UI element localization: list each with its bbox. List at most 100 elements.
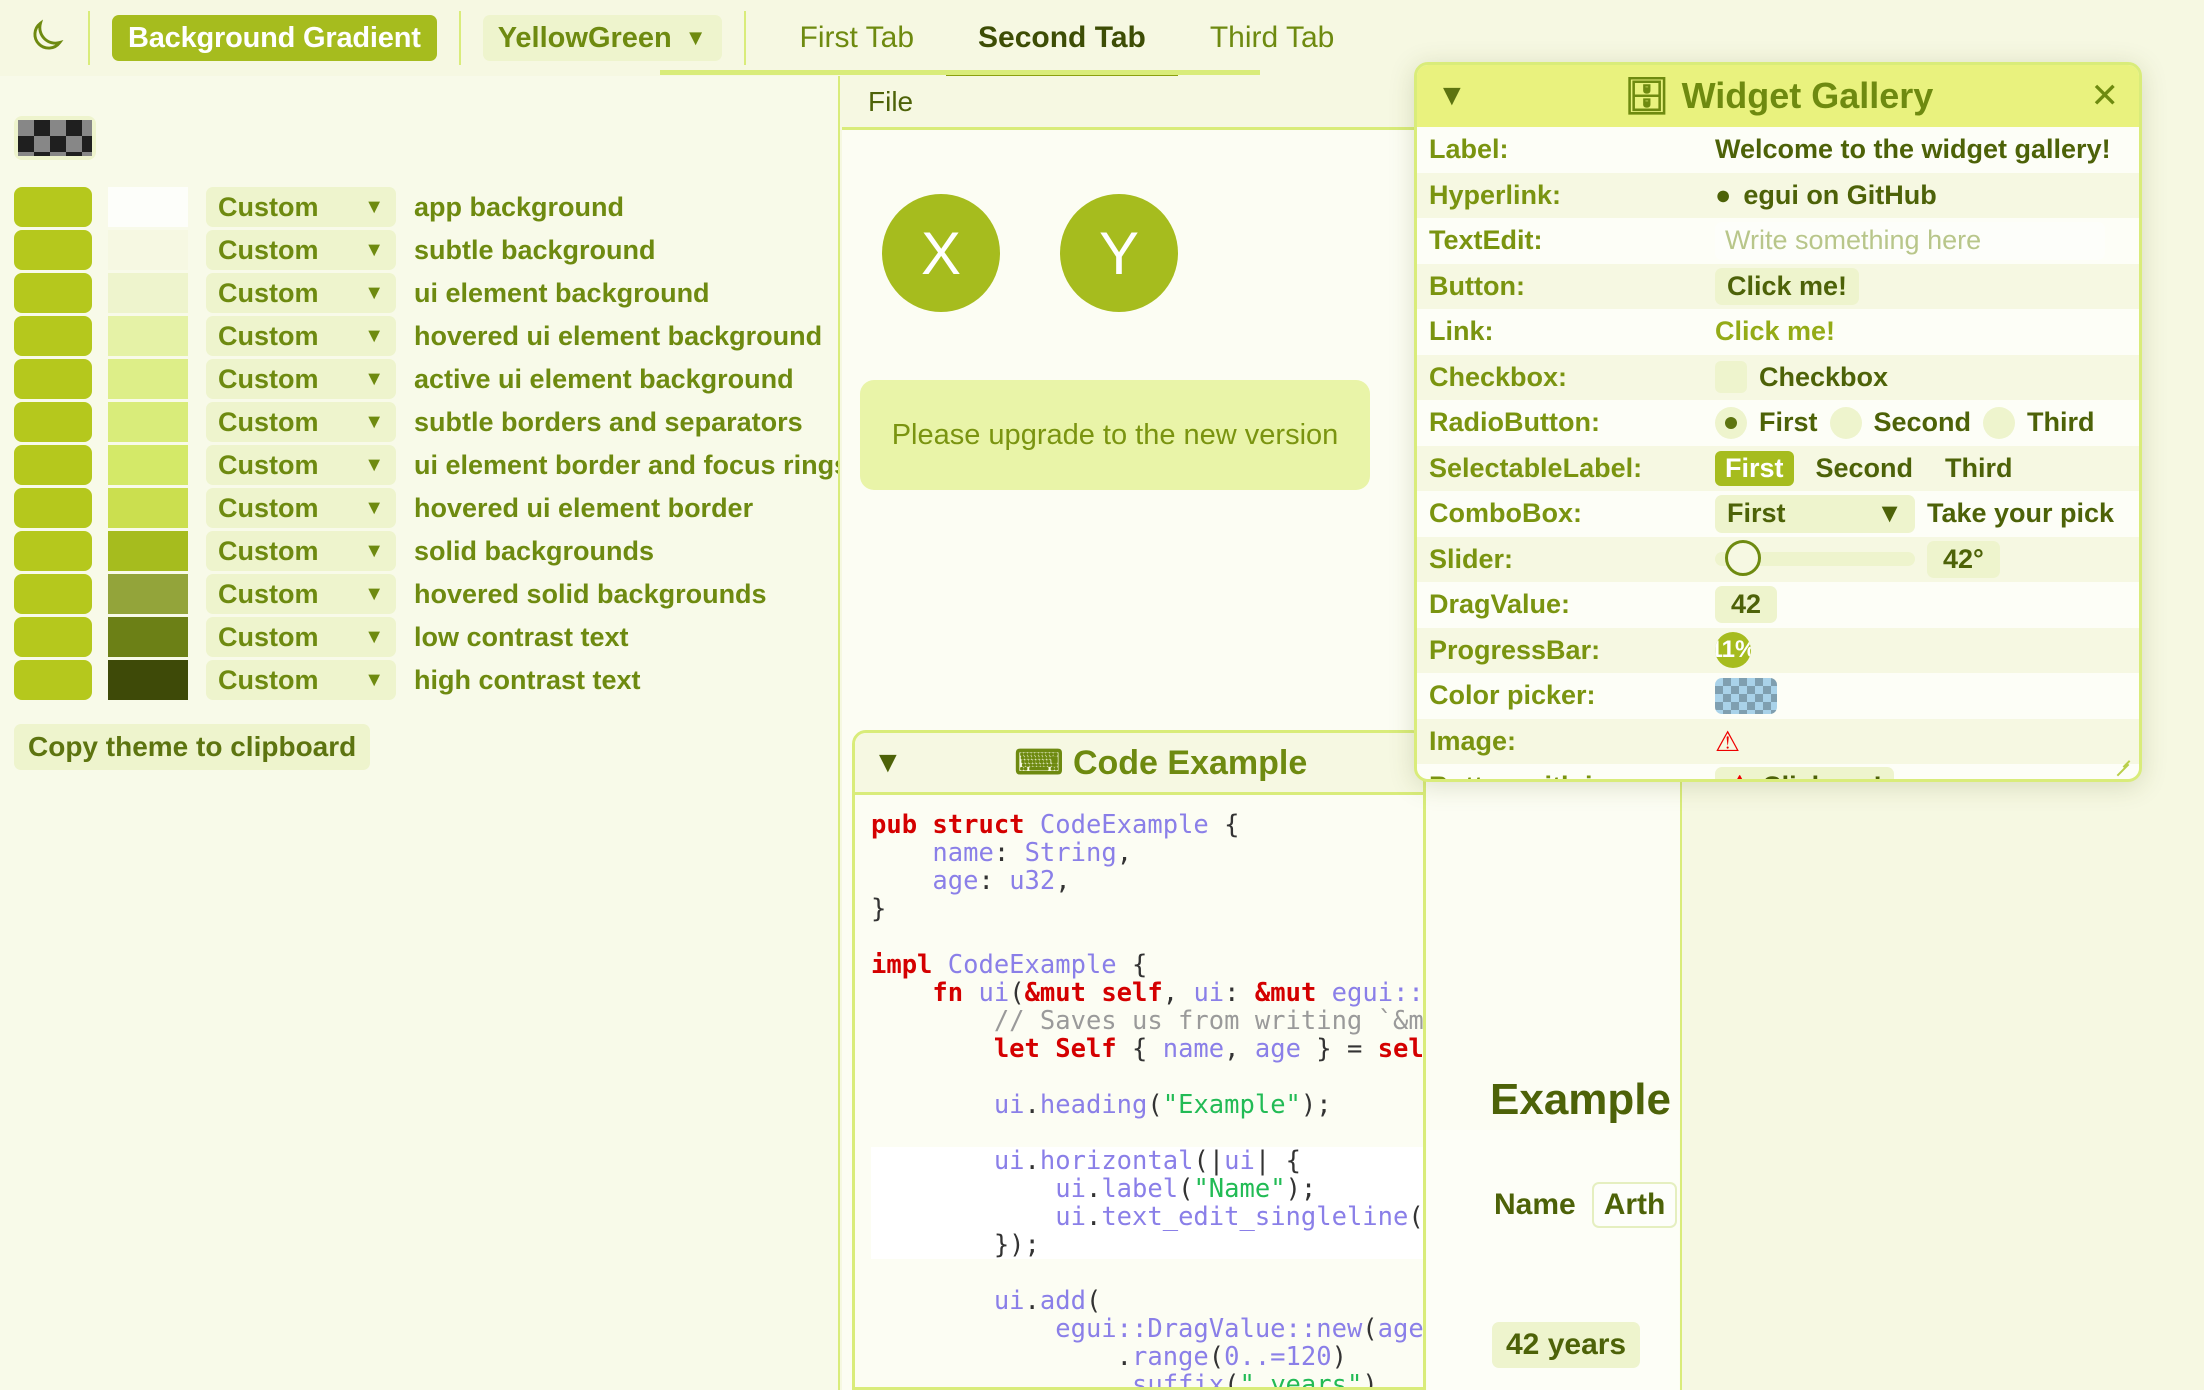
theme-row-combobox[interactable]: Custom▼ — [206, 660, 396, 700]
background-gradient-button[interactable]: Background Gradient — [112, 15, 437, 61]
tab-first[interactable]: First Tab — [768, 0, 946, 76]
theme-swatch-primary[interactable] — [14, 187, 92, 227]
theme-row-combobox[interactable]: Custom▼ — [206, 617, 396, 657]
theme-row: Custom▼hovered ui element border — [0, 487, 838, 529]
resize-handle-icon[interactable] — [2111, 753, 2133, 775]
theme-swatch-primary[interactable] — [14, 359, 92, 399]
collapse-caret-icon[interactable]: ▼ — [1437, 79, 1467, 113]
theme-swatch-secondary[interactable] — [108, 445, 188, 485]
checkbox-toggle[interactable] — [1715, 361, 1747, 393]
theme-swatch-secondary[interactable] — [108, 402, 188, 442]
theme-combobox[interactable]: YellowGreen ▼ — [483, 15, 722, 61]
code-token: : — [1224, 978, 1255, 1008]
theme-swatch-primary[interactable] — [14, 230, 92, 270]
text-edit-input[interactable]: Write something here — [1715, 222, 2105, 260]
gallery-dragvalue[interactable]: 42 — [1715, 586, 1777, 623]
theme-swatch-primary[interactable] — [14, 660, 92, 700]
gallery-row: Label:Welcome to the widget gallery! — [1417, 127, 2139, 173]
tab-second[interactable]: Second Tab — [946, 0, 1178, 76]
chevron-down-icon: ▼ — [364, 282, 384, 305]
tab-third[interactable]: Third Tab — [1178, 0, 1367, 76]
widget-gallery-title-text: Widget Gallery — [1682, 75, 1934, 117]
code-token: ( — [1362, 1314, 1377, 1344]
theme-row-label: high contrast text — [414, 665, 641, 696]
circle-button-y[interactable]: Y — [1060, 194, 1178, 312]
close-icon[interactable]: ✕ — [2091, 76, 2120, 116]
theme-row-combobox[interactable]: Custom▼ — [206, 187, 396, 227]
gallery-combobox[interactable]: First▼ — [1715, 495, 1915, 533]
upgrade-banner[interactable]: Please upgrade to the new version — [860, 380, 1370, 490]
theme-row-combobox[interactable]: Custom▼ — [206, 445, 396, 485]
theme-swatch-secondary[interactable] — [108, 617, 188, 657]
collapse-caret-icon[interactable]: ▼ — [873, 746, 903, 780]
selectable-label-first[interactable]: First — [1715, 451, 1794, 486]
gallery-progressbar[interactable]: 11% — [1715, 632, 1751, 668]
gallery-row-value: Write something here — [1715, 222, 2105, 260]
menu-item-file[interactable]: File — [860, 86, 921, 118]
theme-row-combobox[interactable]: Custom▼ — [206, 273, 396, 313]
button-with-image[interactable]: ⚠Click me! — [1715, 767, 1894, 782]
theme-swatch-primary[interactable] — [14, 531, 92, 571]
theme-row-combobox[interactable]: Custom▼ — [206, 316, 396, 356]
theme-row-combobox[interactable]: Custom▼ — [206, 531, 396, 571]
theme-row-combobox[interactable]: Custom▼ — [206, 359, 396, 399]
theme-editor-panel: Custom▼app backgroundCustom▼subtle backg… — [0, 76, 840, 1390]
radio-button-second[interactable] — [1830, 407, 1862, 439]
code-token: . — [1025, 1146, 1040, 1176]
gallery-slider[interactable] — [1715, 552, 1915, 566]
theme-swatch-primary[interactable] — [14, 617, 92, 657]
moon-icon[interactable] — [2, 8, 88, 68]
theme-swatch-secondary[interactable] — [108, 574, 188, 614]
code-token: name — [932, 838, 993, 868]
theme-swatch-primary[interactable] — [14, 488, 92, 528]
chevron-down-icon: ▼ — [364, 583, 384, 606]
theme-row-combobox[interactable]: Custom▼ — [206, 488, 396, 528]
gallery-row: Button:Click me! — [1417, 264, 2139, 310]
click-me-link[interactable]: Click me! — [1715, 316, 1835, 347]
toolbar-divider-3 — [744, 11, 746, 65]
checkerboard-swatch[interactable] — [14, 116, 96, 160]
click-me-button[interactable]: Click me! — [1715, 268, 1859, 305]
theme-row-combobox-value: Custom — [218, 364, 319, 395]
code-token — [871, 1174, 1055, 1204]
theme-swatch-secondary[interactable] — [108, 531, 188, 571]
gallery-row-label: ProgressBar: — [1429, 635, 1715, 666]
theme-row-combobox[interactable]: Custom▼ — [206, 230, 396, 270]
theme-swatch-secondary[interactable] — [108, 187, 188, 227]
theme-swatch-secondary[interactable] — [108, 359, 188, 399]
theme-swatch-secondary[interactable] — [108, 316, 188, 356]
theme-swatch-secondary[interactable] — [108, 660, 188, 700]
code-token: horizontal — [1040, 1146, 1194, 1176]
theme-row-label: app background — [414, 192, 624, 223]
theme-swatch-primary[interactable] — [14, 574, 92, 614]
theme-swatch-secondary[interactable] — [108, 273, 188, 313]
selectable-label-second[interactable]: Second — [1806, 451, 1924, 486]
selectable-label-third[interactable]: Third — [1935, 451, 2023, 486]
theme-swatch-primary[interactable] — [14, 402, 92, 442]
code-token: &mut — [1255, 978, 1332, 1008]
radio-button-third[interactable] — [1983, 407, 2015, 439]
copy-theme-button[interactable]: Copy theme to clipboard — [14, 724, 370, 770]
slider-knob[interactable] — [1725, 540, 1761, 576]
github-hyperlink[interactable]: egui on GitHub — [1743, 180, 1936, 211]
theme-swatch-secondary[interactable] — [108, 230, 188, 270]
theme-row-combobox-value: Custom — [218, 192, 319, 223]
radio-button-first[interactable] — [1715, 407, 1747, 439]
code-token: . — [871, 1342, 1132, 1372]
theme-swatch-primary[interactable] — [14, 273, 92, 313]
theme-row-combobox[interactable]: Custom▼ — [206, 574, 396, 614]
chevron-down-icon: ▼ — [364, 626, 384, 649]
gallery-color-picker[interactable] — [1715, 678, 1777, 714]
gallery-row: SelectableLabel:FirstSecondThird — [1417, 446, 2139, 492]
slider-value[interactable]: 42° — [1927, 541, 2000, 578]
theme-row-combobox[interactable]: Custom▼ — [206, 402, 396, 442]
theme-swatch-primary[interactable] — [14, 445, 92, 485]
example-name-input[interactable]: Arth — [1592, 1182, 1678, 1228]
theme-swatch-primary[interactable] — [14, 316, 92, 356]
code-token: }); — [871, 1230, 1040, 1260]
circle-button-x[interactable]: X — [882, 194, 1000, 312]
example-age-dragvalue[interactable]: 42 years — [1492, 1322, 1640, 1368]
theme-swatch-secondary[interactable] — [108, 488, 188, 528]
code-example-titlebar: ▼ ⌨ Code Example — [855, 733, 1423, 795]
code-token — [871, 1314, 1055, 1344]
